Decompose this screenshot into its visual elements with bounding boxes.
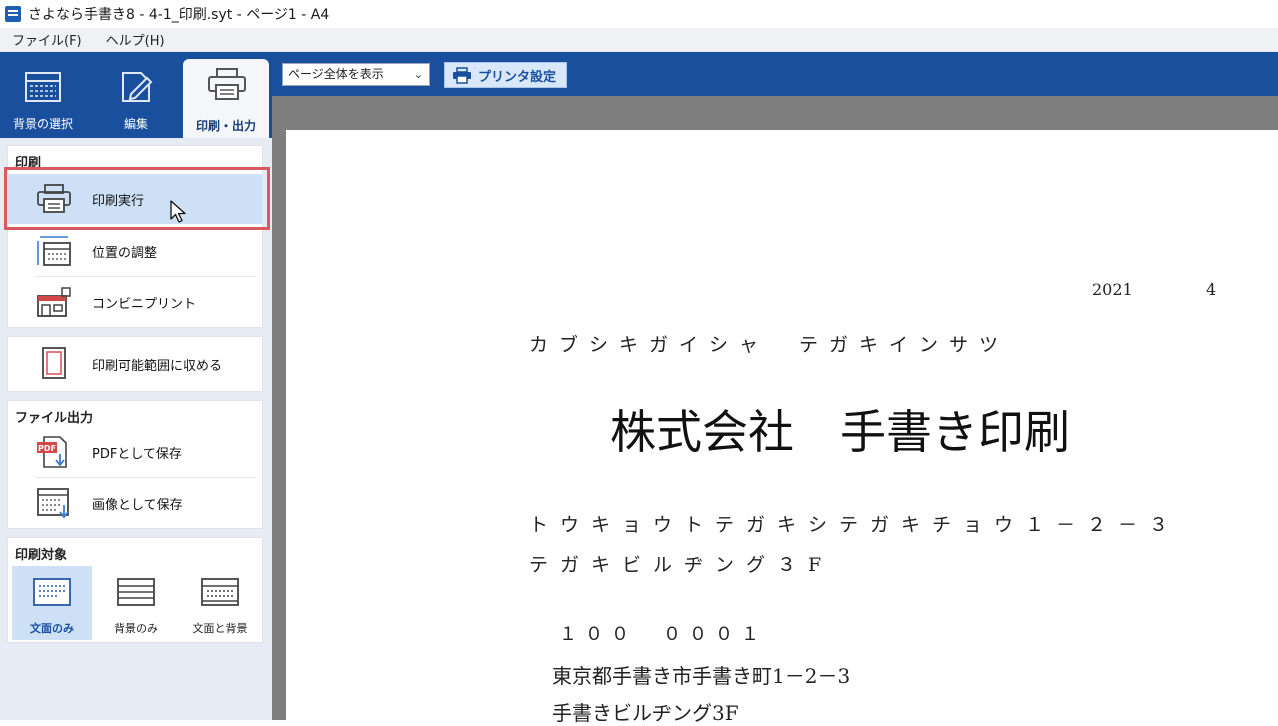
- chevron-down-icon: ⌄: [413, 68, 423, 81]
- doc-address-kana-2: テガキビルヂング３F: [529, 554, 834, 576]
- section-title-file-output: ファイル出力: [15, 411, 94, 426]
- pdf-save-icon: PDF: [37, 436, 67, 468]
- position-adjust-label: 位置の調整: [92, 245, 158, 261]
- zoom-select-value: ページ全体を表示: [288, 67, 384, 81]
- target-label: 文面と背景: [192, 622, 248, 635]
- printer-icon: [453, 66, 471, 84]
- target-label: 文面のみ: [30, 622, 74, 635]
- menu-help[interactable]: ヘルプ(H): [94, 30, 177, 49]
- doc-company-name: 株式会社 手書き印刷: [610, 405, 1070, 459]
- doc-company-kana: カブシキガイシャ テガキインサツ: [529, 334, 1010, 356]
- tab-label: 背景の選択: [12, 117, 73, 131]
- convenience-print-icon: [37, 287, 71, 317]
- print-target-panel: 印刷対象 文面のみ 背景のみ 文面と背景: [7, 537, 263, 643]
- printer-settings-button[interactable]: プリンタ設定: [444, 62, 567, 88]
- image-save-icon: [37, 488, 69, 519]
- save-as-pdf-label: PDFとして保存: [92, 446, 182, 462]
- app-icon: [5, 6, 21, 22]
- fit-page-icon: [42, 347, 66, 379]
- edit-pen-icon: [122, 72, 153, 102]
- target-label: 背景のみ: [114, 622, 158, 635]
- save-as-image-label: 画像として保存: [92, 497, 183, 513]
- highlight-frame: [4, 167, 270, 230]
- tab-print-output[interactable]: 印刷・出力: [183, 59, 269, 138]
- position-adjust-icon: [37, 236, 71, 266]
- target-text-and-background[interactable]: 文面と背景: [180, 566, 260, 640]
- doc-address-1: 東京都手書き市手書き町1－2－3: [552, 664, 851, 688]
- doc-postal-code: １００ ０００１: [559, 624, 767, 645]
- menu-bar: ファイル(F) ヘルプ(H): [0, 28, 1278, 52]
- doc-address-kana-1: トウキョウトテガキシテガキチョウ１－２－３: [529, 514, 1181, 536]
- text-only-icon: [33, 578, 71, 606]
- save-as-pdf-button[interactable]: PDF PDFとして保存: [8, 427, 262, 477]
- save-as-image-button[interactable]: 画像として保存: [8, 478, 262, 528]
- doc-date-year: 2021: [1092, 280, 1133, 299]
- convenience-print-button[interactable]: コンビニプリント: [8, 277, 262, 327]
- section-title-print-target: 印刷対象: [15, 548, 68, 563]
- doc-date-month: 4: [1206, 280, 1217, 299]
- text-and-background-icon: [201, 578, 239, 606]
- position-adjust-button[interactable]: 位置の調整: [8, 226, 262, 276]
- svg-text:PDF: PDF: [38, 444, 56, 453]
- fit-printable-area-label: 印刷可能範囲に収める: [92, 358, 223, 374]
- window-title: さよなら手書き8 - 4-1_印刷.syt - ページ1 - A4: [28, 7, 330, 23]
- doc-address-2: 手書きビルヂング3F: [552, 701, 739, 725]
- background-grid-icon: [25, 72, 61, 102]
- mode-nav: 背景の選択 編集 印刷・出力: [0, 52, 272, 138]
- convenience-print-label: コンビニプリント: [92, 296, 197, 312]
- tab-label: 編集: [123, 117, 148, 131]
- fit-panel: 印刷可能範囲に収める: [7, 336, 263, 392]
- target-background-only[interactable]: 背景のみ: [96, 566, 176, 640]
- sidebar: 背景の選択 編集 印刷・出力 印刷 印刷実行 位置の調整 コンビニプリント 印刷…: [0, 52, 272, 720]
- tab-background-select[interactable]: 背景の選択: [0, 62, 86, 136]
- background-only-icon: [117, 578, 155, 606]
- zoom-select[interactable]: ページ全体を表示 ⌄: [282, 63, 430, 86]
- printer-settings-label: プリンタ設定: [478, 69, 557, 85]
- file-output-panel: ファイル出力 PDF PDFとして保存 画像として保存: [7, 400, 263, 529]
- target-text-only[interactable]: 文面のみ: [12, 566, 92, 640]
- page-preview[interactable]: 2021 4 カブシキガイシャ テガキインサツ 株式会社 手書き印刷 トウキョウ…: [286, 130, 1278, 725]
- tab-edit[interactable]: 編集: [93, 62, 179, 136]
- tab-label: 印刷・出力: [195, 119, 256, 133]
- toolbar: ページ全体を表示 ⌄ プリンタ設定: [272, 52, 1278, 96]
- menu-file[interactable]: ファイル(F): [0, 30, 94, 49]
- mouse-cursor-icon: [170, 200, 186, 223]
- title-bar: さよなら手書き8 - 4-1_印刷.syt - ページ1 - A4: [0, 0, 1278, 28]
- fit-printable-area-button[interactable]: 印刷可能範囲に収める: [8, 339, 262, 389]
- printer-icon: [208, 68, 246, 100]
